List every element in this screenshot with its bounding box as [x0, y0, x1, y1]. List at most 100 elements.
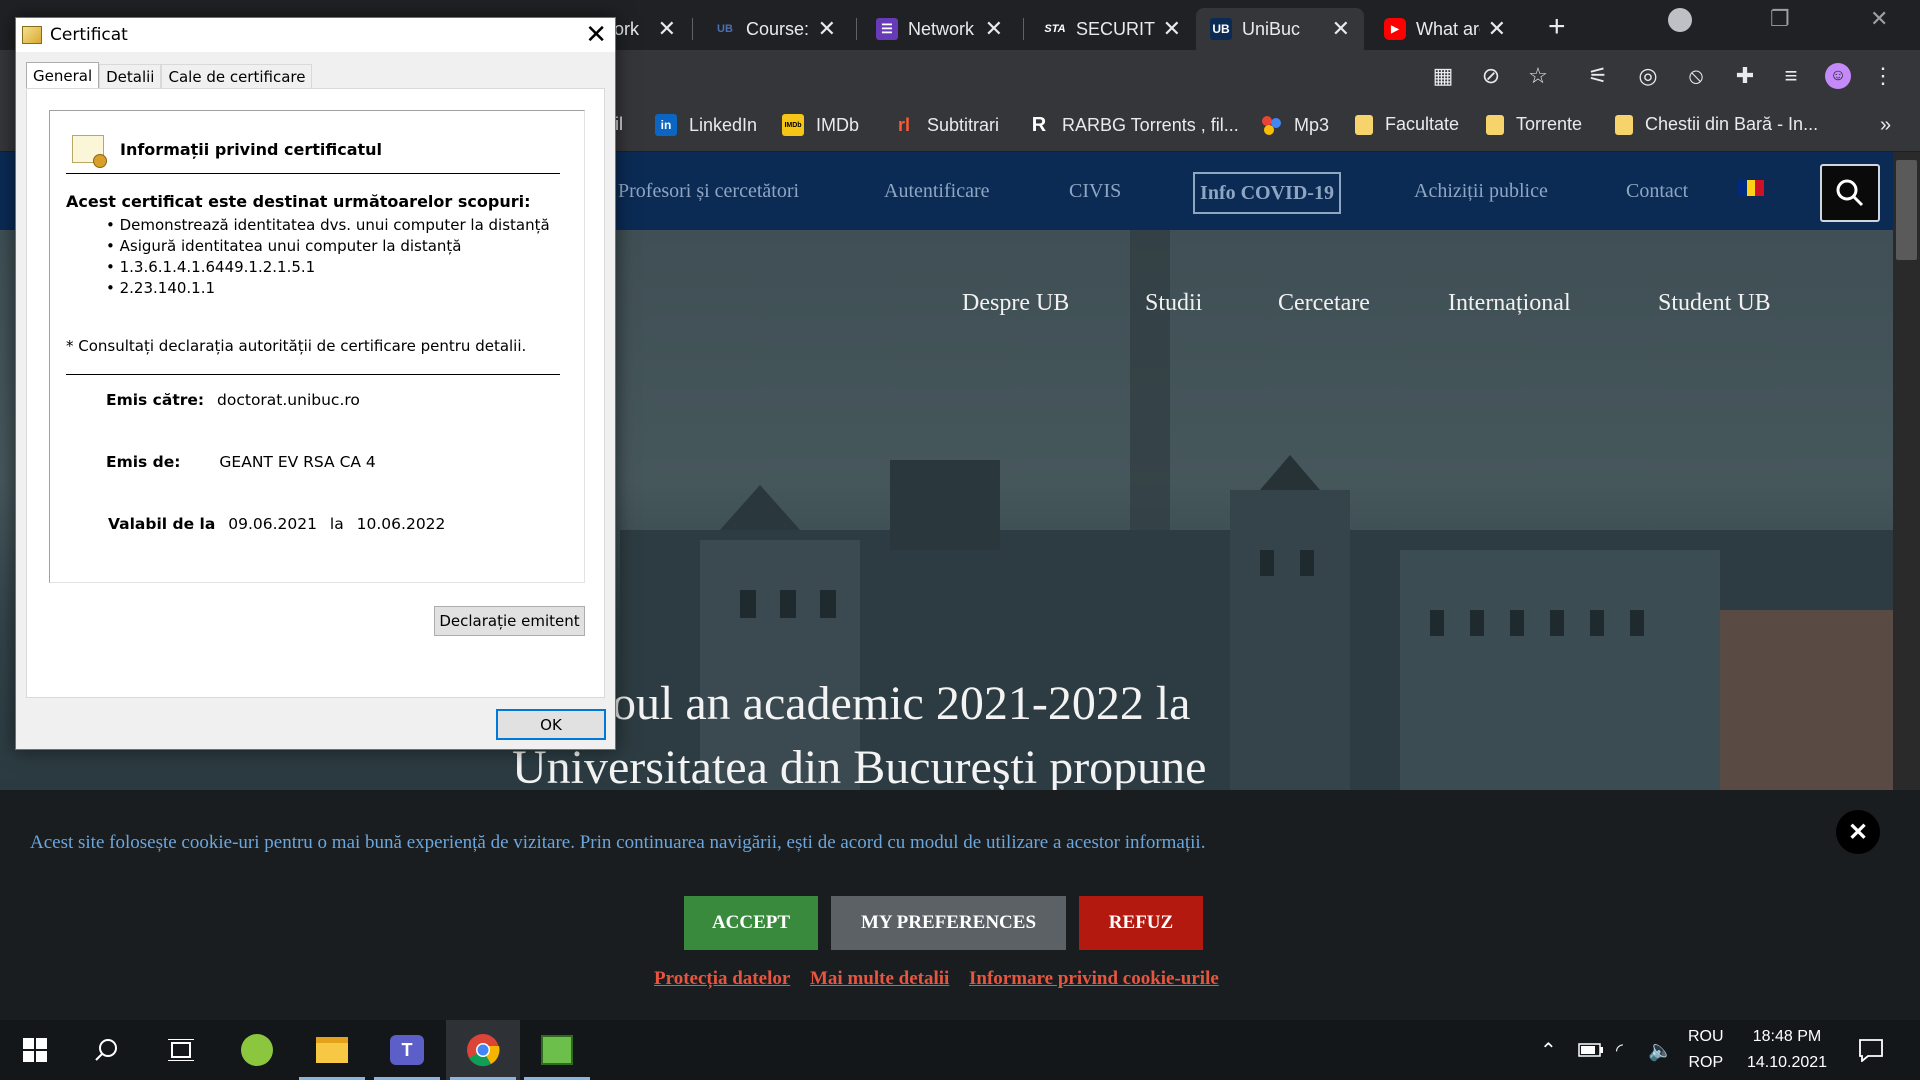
linkedin-icon: in	[655, 114, 677, 136]
cookie-info-link[interactable]: Informare privind cookie-urile	[969, 968, 1219, 990]
rarbg-icon: R	[1031, 113, 1047, 136]
tab-details[interactable]: Detalii	[99, 64, 162, 88]
close-tab-icon[interactable]: ✕	[985, 16, 1003, 42]
notifications-icon[interactable]	[1858, 1020, 1884, 1080]
scrollbar-thumb[interactable]	[1896, 160, 1917, 260]
bookmark-item[interactable]: R RARBG Torrents , fil...	[1028, 114, 1239, 136]
hidden-eye-icon[interactable]: ⊘	[1478, 63, 1504, 89]
purpose-heading: Acest certificat este destinat următoare…	[66, 192, 531, 211]
nav-link[interactable]: CIVIS	[1069, 180, 1121, 203]
dialog-title: Certificat	[50, 25, 128, 45]
close-tab-icon[interactable]: ✕	[1163, 16, 1181, 42]
tab-certification-path[interactable]: Cale de certificare	[161, 64, 313, 88]
browser-tab[interactable]: ▶ What are ✕	[1370, 8, 1520, 50]
hero-menu-item[interactable]: Studii	[1145, 290, 1202, 317]
volume-icon[interactable]: 🔈	[1648, 1020, 1673, 1080]
ok-button[interactable]: OK	[496, 709, 606, 740]
site-search-button[interactable]	[1820, 164, 1880, 222]
nav-link[interactable]: Autentificare	[884, 180, 990, 203]
menu-kebab-icon[interactable]: ⋮	[1870, 63, 1896, 89]
tab-search-icon[interactable]	[1668, 8, 1692, 32]
valid-to-label: la	[329, 515, 344, 533]
romanian-flag-icon[interactable]	[1738, 180, 1765, 196]
bookmark-folder[interactable]: Chestii din Bară - In...	[1615, 114, 1818, 135]
tab-general[interactable]: General	[26, 62, 100, 88]
windows-taskbar: T ⌃ ◜ 🔈 ROU ROP 18:48 PM 14.10.2021	[0, 1020, 1920, 1080]
issued-to-row: Emis către: doctorat.unibuc.ro	[106, 391, 360, 409]
bookmark-item[interactable]: il	[615, 114, 623, 135]
bookmark-star-icon[interactable]: ☆	[1525, 63, 1551, 89]
general-tab-panel: Informații privind certificatul Acest ce…	[26, 88, 605, 698]
nav-link[interactable]: Achiziții publice	[1414, 180, 1548, 203]
close-window-icon[interactable]: ✕	[1870, 6, 1888, 32]
bookmark-folder[interactable]: Facultate	[1355, 114, 1459, 135]
browser-tab[interactable]: ☰ Network ✕	[862, 8, 1017, 50]
purpose-item: • Asigură identitatea unui computer la d…	[106, 237, 462, 255]
browser-tab-active[interactable]: UB UniBuc ✕	[1196, 8, 1364, 50]
issued-by-row: Emis de: GEANT EV RSA CA 4	[106, 453, 376, 471]
issued-by-label: Emis de:	[106, 453, 181, 471]
browser-tab[interactable]: UB Course: N ✕	[700, 8, 850, 50]
close-tab-icon[interactable]: ✕	[1488, 16, 1506, 42]
bookmark-item[interactable]: IMDb IMDb	[782, 114, 859, 136]
nav-link-covid[interactable]: Info COVID-19	[1193, 172, 1341, 214]
close-dialog-icon[interactable]: ✕	[585, 20, 607, 50]
valid-from-label: Valabil de la	[108, 515, 216, 533]
reading-list-icon[interactable]: ≡	[1778, 63, 1804, 89]
ub-favicon-icon: UB	[1210, 18, 1232, 40]
valid-from-value: 09.06.2021	[228, 515, 317, 533]
wifi-icon[interactable]: ◜	[1616, 1020, 1623, 1080]
taskbar-app[interactable]	[220, 1020, 294, 1080]
close-tab-icon[interactable]: ✕	[658, 16, 676, 42]
sta-favicon-icon: STA	[1044, 23, 1066, 35]
refuse-button[interactable]: REFUZ	[1079, 896, 1203, 950]
block-icon[interactable]: ⦸	[1683, 63, 1709, 89]
clock[interactable]: 18:48 PM 14.10.2021	[1742, 1020, 1832, 1080]
preferences-button[interactable]: MY PREFERENCES	[831, 896, 1066, 950]
bookmark-folder[interactable]: Torrente	[1486, 114, 1582, 135]
start-button[interactable]	[0, 1020, 70, 1080]
cookie-message: Acest site folosește cookie-uri pentru o…	[30, 832, 1206, 853]
browser-tab[interactable]: STA SECURITY ✕	[1030, 8, 1195, 50]
hero-menu-item[interactable]: Student UB	[1658, 290, 1771, 317]
tab-separator	[692, 18, 693, 40]
qr-code-icon[interactable]: ▦	[1430, 63, 1456, 89]
more-details-link[interactable]: Mai multe detalii	[810, 968, 949, 990]
nav-link[interactable]: Contact	[1626, 180, 1688, 203]
taskbar-app-active[interactable]	[446, 1020, 520, 1080]
battery-icon[interactable]	[1578, 1020, 1604, 1080]
taskbar-app[interactable]: T	[370, 1020, 444, 1080]
tab-title: Network	[908, 18, 975, 39]
close-tab-icon[interactable]: ✕	[818, 16, 836, 42]
new-tab-icon[interactable]: +	[1548, 10, 1566, 44]
hero-menu-item[interactable]: Internațional	[1448, 290, 1571, 317]
close-tab-icon[interactable]: ✕	[1332, 16, 1350, 42]
info-heading: Informații privind certificatul	[120, 139, 383, 159]
extension-tool-icon[interactable]: ⚟	[1585, 63, 1611, 89]
taskbar-app[interactable]	[520, 1020, 594, 1080]
extensions-puzzle-icon[interactable]: ✚	[1732, 63, 1758, 89]
issuer-statement-button[interactable]: Declarație emitent	[434, 606, 585, 636]
language-indicator[interactable]: ROU ROP	[1688, 1020, 1724, 1080]
certificate-seal-icon	[72, 135, 107, 168]
taskbar-search-button[interactable]	[70, 1020, 144, 1080]
profile-avatar[interactable]: ☺	[1825, 63, 1851, 89]
extension-glasses-icon[interactable]: ◎	[1635, 63, 1661, 89]
bookmark-item[interactable]: rl Subtitrari	[893, 114, 999, 136]
bookmarks-overflow-icon[interactable]: »	[1880, 114, 1891, 137]
nav-link[interactable]: Profesori și cercetători	[618, 180, 799, 203]
show-hidden-icons-chevron-icon[interactable]: ⌃	[1540, 1020, 1557, 1080]
hero-menu-item[interactable]: Despre UB	[962, 290, 1069, 317]
close-cookie-icon[interactable]: ✕	[1836, 810, 1880, 854]
bookmark-item[interactable]: Mp3	[1260, 114, 1329, 136]
accept-button[interactable]: ACCEPT	[684, 896, 818, 950]
valid-to-value: 10.06.2022	[356, 515, 446, 533]
taskbar-app[interactable]	[295, 1020, 369, 1080]
restore-window-icon[interactable]: ❐	[1770, 6, 1790, 32]
task-view-button[interactable]	[144, 1020, 218, 1080]
data-protection-link[interactable]: Protecția datelor	[654, 968, 790, 990]
clock-time: 18:48 PM	[1752, 1028, 1822, 1045]
bookmark-item[interactable]: in LinkedIn	[655, 114, 757, 136]
dialog-title-bar[interactable]: Certificat ✕	[16, 18, 615, 52]
hero-menu-item[interactable]: Cercetare	[1278, 290, 1370, 317]
